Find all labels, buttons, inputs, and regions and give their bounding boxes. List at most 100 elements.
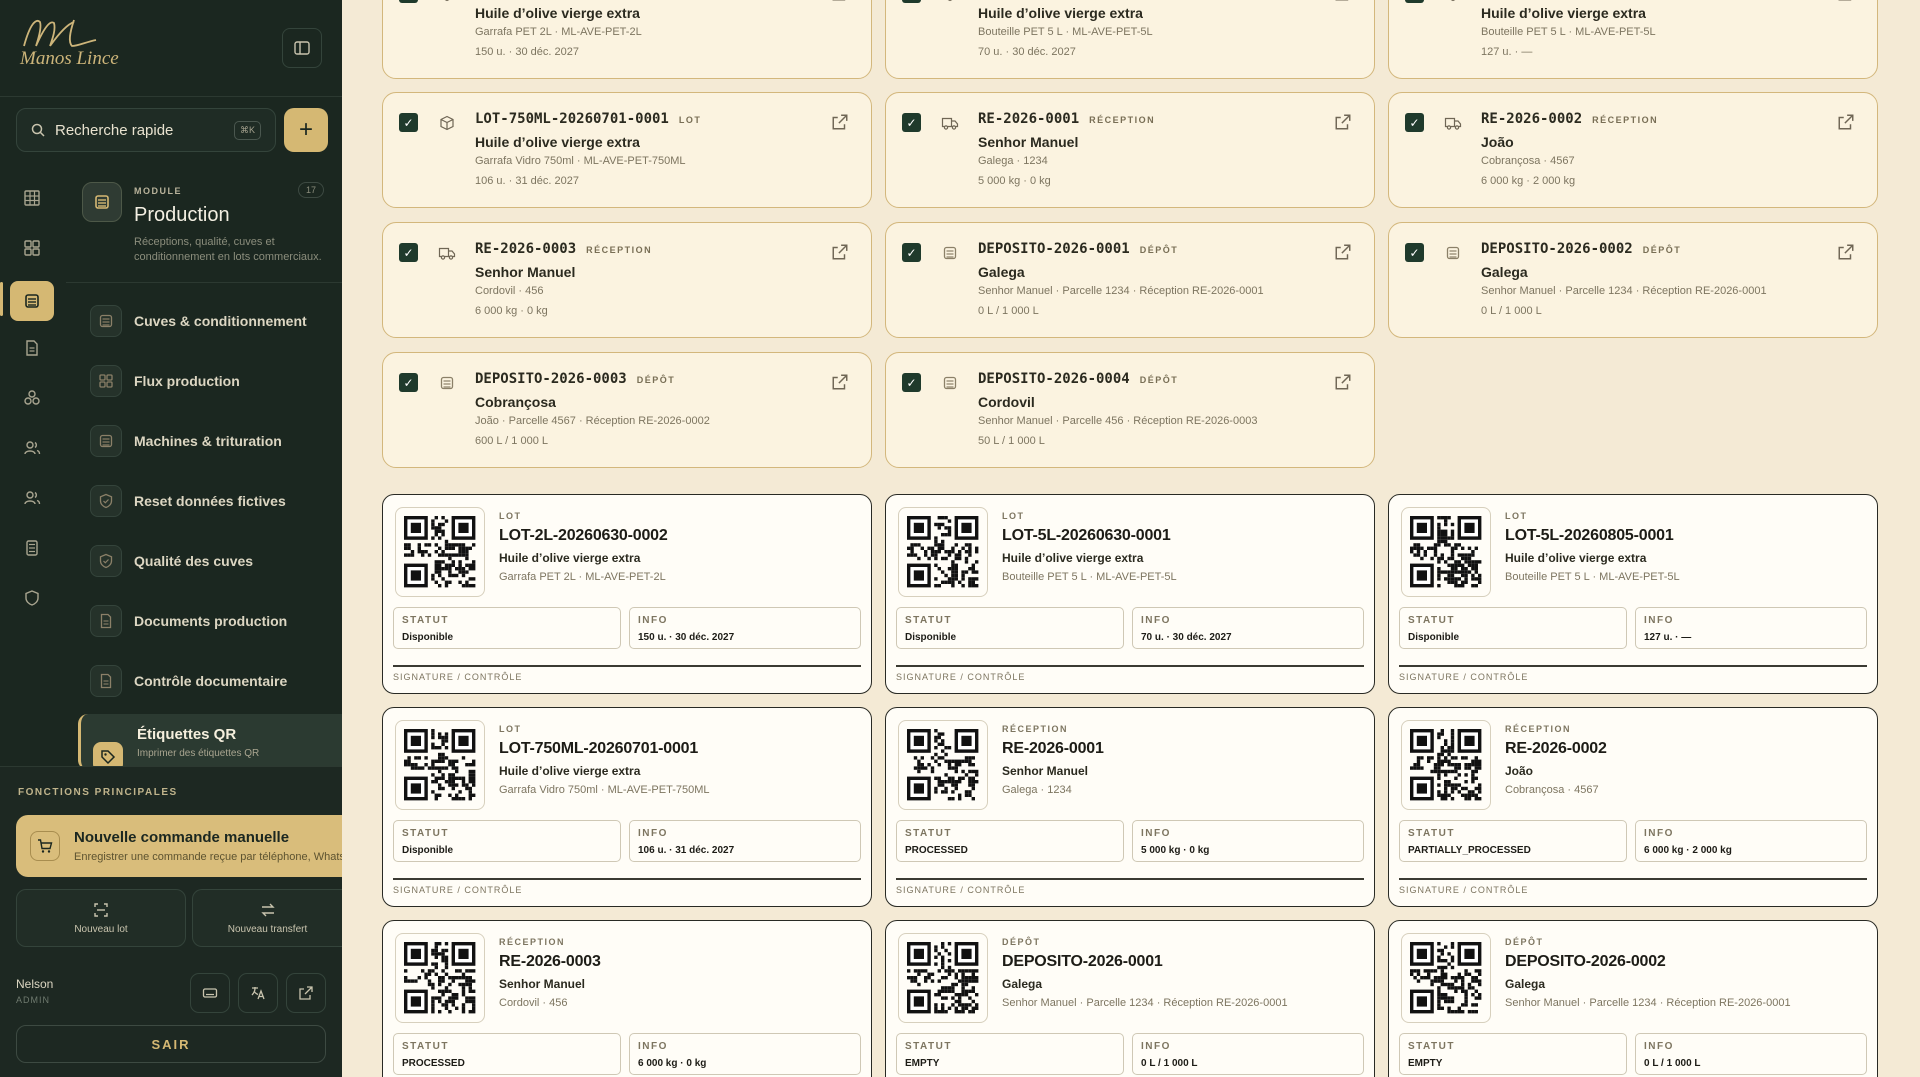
item-code-text: DEPOSITO-2026-0004 bbox=[978, 371, 1130, 387]
external-link-icon[interactable] bbox=[831, 0, 849, 2]
add-button[interactable]: + bbox=[284, 108, 328, 152]
rail-item-team[interactable] bbox=[14, 480, 50, 516]
list-item[interactable]: ✓ Huile d’olive vierge extra Bouteille P… bbox=[1388, 0, 1878, 79]
info-box: INFO 106 u. · 31 déc. 2027 bbox=[629, 820, 861, 862]
external-link-icon[interactable] bbox=[1837, 113, 1855, 131]
info-value: 70 u. · 30 déc. 2027 bbox=[1141, 632, 1232, 643]
list-item[interactable]: ✓ DEPOSITO-2026-0001 DÉPÔT Galega Senhor … bbox=[885, 222, 1375, 338]
signature-caption: SIGNATURE / CONTRÔLE bbox=[896, 885, 1026, 895]
qr-label-card: RÉCEPTION RE-2026-0003 Senhor Manuel Cor… bbox=[382, 920, 872, 1077]
status-value: EMPTY bbox=[905, 1058, 940, 1069]
brand-logo[interactable]: Manos Lince bbox=[16, 14, 126, 84]
status-box: STATUT EMPTY bbox=[896, 1033, 1124, 1075]
cart-icon bbox=[30, 831, 60, 861]
label-type-tag: RÉCEPTION bbox=[499, 937, 566, 947]
brand-name: Manos Lince bbox=[20, 48, 119, 69]
document-icon bbox=[90, 665, 122, 697]
list-item[interactable]: ✓ DEPOSITO-2026-0002 DÉPÔT Galega Senhor … bbox=[1388, 222, 1878, 338]
list-item[interactable]: ✓ RE-2026-0003 RÉCEPTION Senhor Manuel Co… bbox=[382, 222, 872, 338]
nav-item-qr-labels[interactable]: Étiquettes QR Imprimer des étiquettes QR bbox=[78, 714, 342, 772]
qr-code bbox=[395, 720, 485, 810]
external-link-icon[interactable] bbox=[1837, 0, 1855, 2]
item-code: DEPOSITO-2026-0003 DÉPÔT bbox=[475, 371, 675, 387]
new-lot-button[interactable]: Nouveau lot bbox=[16, 889, 186, 947]
rail-item-calculator[interactable] bbox=[14, 530, 50, 566]
status-heading: STATUT bbox=[402, 615, 449, 626]
tank-icon bbox=[940, 373, 960, 393]
nav-item[interactable]: Qualité des cuves bbox=[90, 539, 342, 583]
list-item[interactable]: ✓ DEPOSITO-2026-0004 DÉPÔT Cordovil Senho… bbox=[885, 352, 1375, 468]
signature-line bbox=[393, 665, 861, 667]
open-external-button[interactable] bbox=[286, 973, 326, 1013]
rail-item-documents[interactable] bbox=[14, 330, 50, 366]
list-item[interactable]: ✓ DEPOSITO-2026-0003 DÉPÔT Cobrançosa Joã… bbox=[382, 352, 872, 468]
external-link-icon bbox=[299, 986, 313, 1000]
info-heading: INFO bbox=[1644, 1041, 1674, 1052]
rail-item-users[interactable] bbox=[14, 430, 50, 466]
list-item[interactable]: ✓ LOT-750ML-20260701-0001 LOT Huile d’oli… bbox=[382, 92, 872, 208]
rail-item-security[interactable] bbox=[14, 580, 50, 616]
label-meta: Cordovil · 456 bbox=[499, 997, 568, 1009]
keyboard-button[interactable] bbox=[190, 973, 230, 1013]
new-manual-order-button[interactable]: Nouvelle commande manuelle Enregistrer u… bbox=[16, 815, 342, 877]
new-transfer-button[interactable]: Nouveau transfert bbox=[192, 889, 342, 947]
external-link-icon[interactable] bbox=[831, 113, 849, 131]
status-value: EMPTY bbox=[1408, 1058, 1443, 1069]
select-checkbox[interactable]: ✓ bbox=[1405, 0, 1424, 3]
rail-item-network[interactable] bbox=[14, 380, 50, 416]
nav-item[interactable]: Machines & trituration bbox=[90, 419, 342, 463]
select-checkbox[interactable]: ✓ bbox=[399, 0, 418, 3]
qr-code-icon bbox=[1410, 516, 1482, 588]
nav-item[interactable]: Documents production bbox=[90, 599, 342, 643]
nav-item[interactable]: Flux production bbox=[90, 359, 342, 403]
status-heading: STATUT bbox=[905, 828, 952, 839]
select-checkbox[interactable]: ✓ bbox=[1405, 113, 1424, 132]
external-link-icon[interactable] bbox=[831, 243, 849, 261]
info-heading: INFO bbox=[1644, 615, 1674, 626]
language-button[interactable] bbox=[238, 973, 278, 1013]
rail-item-dashboard[interactable] bbox=[14, 180, 50, 216]
status-value: Disponible bbox=[402, 845, 454, 856]
external-link-icon[interactable] bbox=[1837, 243, 1855, 261]
collapse-sidebar-button[interactable] bbox=[282, 28, 322, 68]
production-module-icon bbox=[82, 182, 122, 222]
user-info: Nelson ADMIN bbox=[16, 977, 53, 1005]
info-value: 0 L / 1 000 L bbox=[1644, 1058, 1701, 1069]
select-checkbox[interactable]: ✓ bbox=[399, 243, 418, 262]
list-item[interactable]: ✓ Huile d’olive vierge extra Garrafa PET… bbox=[382, 0, 872, 79]
rail-item-production[interactable] bbox=[10, 281, 54, 321]
status-value: Disponible bbox=[1408, 632, 1460, 643]
quick-search[interactable]: Recherche rapide ⌘K bbox=[16, 108, 276, 152]
select-checkbox[interactable]: ✓ bbox=[399, 113, 418, 132]
item-code-text: RE-2026-0001 bbox=[978, 111, 1080, 127]
external-link-icon[interactable] bbox=[1334, 373, 1352, 391]
nav-item[interactable]: Contrôle documentaire bbox=[90, 659, 342, 703]
select-checkbox[interactable]: ✓ bbox=[1405, 243, 1424, 262]
item-name: Cobrançosa bbox=[475, 394, 556, 410]
item-name: Galega bbox=[978, 264, 1025, 280]
label-type-tag: DÉPÔT bbox=[1505, 937, 1544, 947]
select-checkbox[interactable]: ✓ bbox=[902, 113, 921, 132]
plus-icon: + bbox=[298, 116, 313, 143]
nav-item[interactable]: Reset données fictives bbox=[90, 479, 342, 523]
nav-item[interactable]: Cuves & conditionnement bbox=[90, 299, 342, 343]
nav-item-label: Contrôle documentaire bbox=[134, 673, 288, 689]
label-code: RE-2026-0002 bbox=[1505, 740, 1607, 757]
logout-button[interactable]: SAIR bbox=[16, 1025, 326, 1063]
external-link-icon[interactable] bbox=[1334, 113, 1352, 131]
rail-item-grid[interactable] bbox=[14, 230, 50, 266]
select-checkbox[interactable]: ✓ bbox=[902, 0, 921, 3]
list-item[interactable]: ✓ RE-2026-0001 RÉCEPTION Senhor Manuel Ga… bbox=[885, 92, 1375, 208]
item-quantity: 70 u. · 30 déc. 2027 bbox=[978, 46, 1076, 58]
list-item[interactable]: ✓ RE-2026-0002 RÉCEPTION João Cobrançosa … bbox=[1388, 92, 1878, 208]
external-link-icon[interactable] bbox=[1334, 243, 1352, 261]
external-link-icon[interactable] bbox=[831, 373, 849, 391]
info-heading: INFO bbox=[1141, 615, 1171, 626]
info-box: INFO 0 L / 1 000 L bbox=[1132, 1033, 1364, 1075]
select-checkbox[interactable]: ✓ bbox=[902, 373, 921, 392]
list-item[interactable]: ✓ Huile d’olive vierge extra Bouteille P… bbox=[885, 0, 1375, 79]
select-checkbox[interactable]: ✓ bbox=[399, 373, 418, 392]
external-link-icon[interactable] bbox=[1334, 0, 1352, 2]
table-icon bbox=[24, 190, 40, 206]
select-checkbox[interactable]: ✓ bbox=[902, 243, 921, 262]
